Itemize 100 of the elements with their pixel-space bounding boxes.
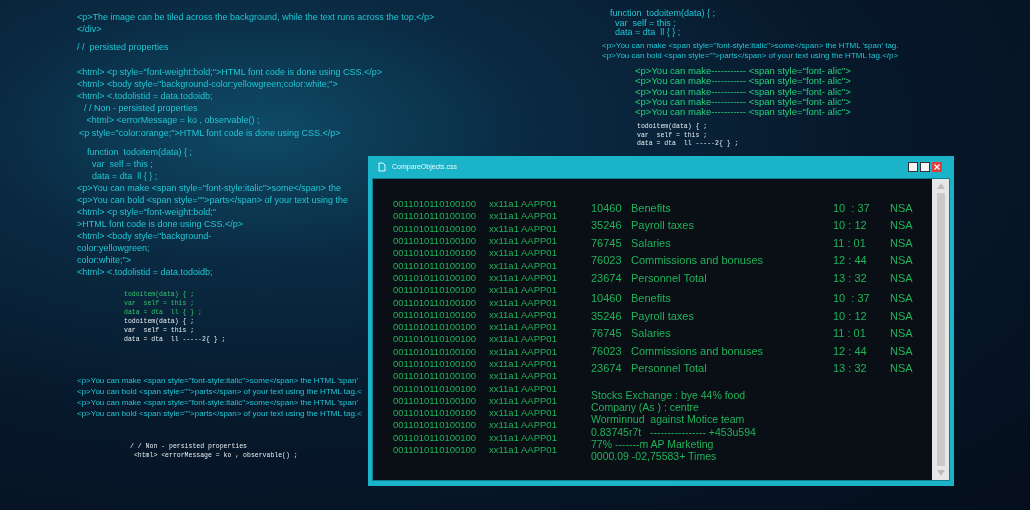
account-number: 10460 [591,291,623,306]
code-line: <html> <.todolistid = data.todoidb; [77,90,214,102]
account-number: 35246 [591,218,623,233]
code-line: data = dta ll { } ; [91,170,159,182]
account-name: Benefits [631,200,672,216]
id-text: AAPP01 [521,444,557,457]
code-text: xx11a1 [489,382,520,395]
code-line: color:white;"> [77,254,132,266]
binary-text: 0011010110100100 [393,419,478,432]
account-name: Salaries [631,326,672,341]
id-text: AAPP01 [521,284,557,297]
time-text: 12 : 44 [833,253,868,268]
code-text: xx11a1 [489,407,520,420]
code-line: var self = this ; [614,18,676,28]
down-arrow-icon [936,470,945,476]
maximize-button[interactable] [920,162,930,172]
code-line: <p>You can make----------- <span style="font- alic"> [635,107,851,118]
status-text: NSA [890,218,913,233]
code-text: xx11a1 [489,308,520,321]
code-line: <p>You can bold <span style="">parts</span> of your text using the HTML tag.< [77,408,362,419]
close-icon [934,164,940,170]
binary-text: 0011010110100100 [393,370,478,383]
file-icon [378,162,386,172]
code-line: var self = this ; [91,158,154,170]
status-text: NSA [890,235,913,251]
account-number: 23674 [591,361,623,376]
id-text: AAPP01 [521,333,557,346]
code-text: xx11a1 [489,259,520,272]
account-name: Salaries [631,235,672,251]
account-name: Commissions and bonuses [631,253,765,268]
code-line: data = dta ll { } ; [614,28,682,38]
close-button[interactable] [932,162,942,172]
minimize-button[interactable] [908,162,918,172]
account-name: Payroll taxes [631,218,695,233]
code-line: >HTML font code is done using CSS.</p> [77,218,243,230]
code-text: xx11a1 [489,370,520,383]
code-text: xx11a1 [489,296,520,309]
status-text: NSA [890,270,913,286]
code-line: </div> [77,23,103,35]
status-text: NSA [890,361,913,376]
binary-text: 0011010110100100 [393,382,478,395]
binary-text: 0011010110100100 [393,271,478,284]
scroll-thumb[interactable] [936,193,945,466]
status-text: NSA [890,200,913,216]
binary-text: 0011010110100100 [393,394,478,407]
code-line: <html> <.todolistid = data.todoidb; [77,266,214,278]
binary-text: 0011010110100100 [393,333,478,346]
code-text: xx11a1 [489,419,520,432]
code-line: <html> <body style="background- [77,230,213,242]
binary-text: 0011010110100100 [393,259,478,272]
account-number: 10460 [591,200,623,216]
code-line: function todoitem(data) { ; [86,146,194,158]
binary-text: 0011010110100100 [393,198,478,211]
code-text: xx11a1 [489,321,520,334]
code-line: <html> <errorMessage = ko , observable() ; [85,114,260,126]
account-number: 35246 [591,308,623,324]
id-text: AAPP01 [521,382,557,395]
code-text: xx11a1 [489,345,520,358]
note-line: 0000.09 -02,75583+ Times [591,450,718,463]
account-number: 76023 [591,343,623,359]
code-line: <p>You can bold <span style="">parts</span> of your text using the HTML tag.< [77,386,362,397]
scrollbar[interactable] [932,179,949,480]
code-line: <p>You can bold <span style="">parts</span> of your text using the [77,194,348,206]
code-line: <p>You can make <span style="font-style:italic">some</span> the HTML 'span' tag. [602,41,899,51]
time-text: 13 : 32 [833,361,868,376]
binary-text: 0011010110100100 [393,247,478,260]
status-text: NSA [890,308,913,324]
code-line: <p>You can make----------- <span style="font- alic"> [635,76,851,87]
binary-text: 0011010110100100 [393,235,478,248]
account-name: Personnel Total [631,361,708,376]
account-name: Benefits [631,291,672,306]
id-text: AAPP01 [521,222,557,235]
code-line: <html> <p style="font-weight:bold;">HTML font code is done using CSS.</p> [77,66,382,78]
code-text: xx11a1 [489,271,520,284]
time-text: 10 : 37 [833,200,871,216]
code-line: color:yellowgreen; [77,242,151,254]
time-text: 10 : 37 [833,291,871,306]
id-text: AAPP01 [521,431,557,444]
time-text: 12 : 44 [833,343,868,359]
binary-text: 0011010110100100 [393,296,478,309]
id-text: AAPP01 [521,345,557,358]
code-text: xx11a1 [489,235,520,248]
code-line: <html> <body style="background-color:yellowgreen;color:white;"> [77,78,339,90]
id-text: AAPP01 [521,198,557,211]
code-line: <p>You can bold <span style="">parts</span> of your text using the HTML tag.</p> [602,51,899,61]
code-text: xx11a1 [489,247,520,260]
time-text: 10 : 12 [833,308,868,324]
time-text: 10 : 12 [833,218,868,233]
id-text: AAPP01 [521,210,557,223]
code-text: xx11a1 [489,394,520,407]
note-line: 0.83745r7t ---------------- +453u594 [591,425,757,438]
status-text: NSA [890,343,913,359]
code-line: <p>You can make <span style="font-style:italic">some</span> the HTML 'span' [77,397,359,408]
id-text: AAPP01 [521,358,557,370]
code-line: <p>You can make----------- <span style="font- alic"> [635,86,851,97]
binary-text: 0011010110100100 [393,210,478,223]
code-line: / / persisted properties [77,41,169,53]
account-name: Payroll taxes [631,308,695,324]
account-number: 76023 [591,253,623,268]
id-text: AAPP01 [521,259,557,272]
